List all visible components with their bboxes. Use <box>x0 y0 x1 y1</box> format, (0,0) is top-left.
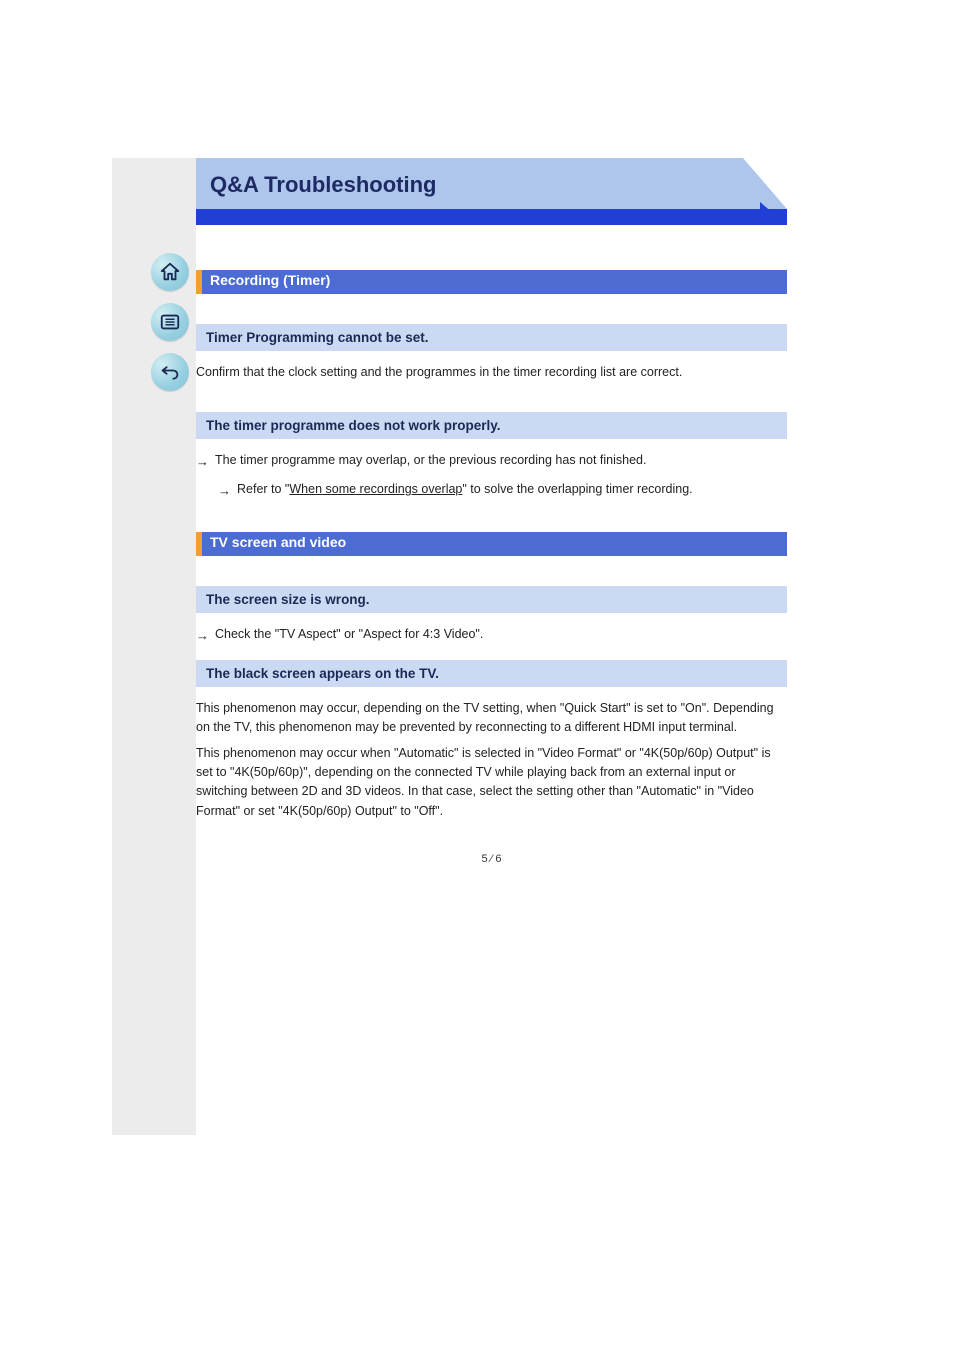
back-button[interactable] <box>151 353 189 391</box>
content-area: Q&A Troubleshooting Recording (Timer) Ti… <box>196 158 787 865</box>
section-heading-recording: Recording (Timer) <box>196 270 787 294</box>
arrow-icon: → <box>196 452 209 472</box>
arrow-icon: → <box>196 626 209 646</box>
body-text: This phenomenon may occur, depending on … <box>196 699 787 738</box>
subheading: The black screen appears on the TV. <box>196 660 787 687</box>
subheading: The timer programme does not work proper… <box>196 412 787 439</box>
remedy-text: Refer to "When some recordings overlap" … <box>237 480 693 499</box>
remedy-text: The timer programme may overlap, or the … <box>215 451 646 470</box>
body-text: Confirm that the clock setting and the p… <box>196 363 787 382</box>
contents-button[interactable] <box>151 303 189 341</box>
link-overlap[interactable]: When some recordings overlap <box>289 482 462 496</box>
body-text: → Check the "TV Aspect" or "Aspect for 4… <box>196 625 787 646</box>
arrow-icon: → <box>218 481 231 501</box>
back-icon <box>159 361 181 383</box>
body-text: This phenomenon may occur when "Automati… <box>196 744 787 822</box>
body-text: → The timer programme may overlap, or th… <box>196 451 787 500</box>
home-icon <box>159 261 181 283</box>
subheading: The screen size is wrong. <box>196 586 787 613</box>
section-heading-tv: TV screen and video <box>196 532 787 556</box>
remedy-text: Check the "TV Aspect" or "Aspect for 4:3… <box>215 625 483 644</box>
subheading: Timer Programming cannot be set. <box>196 324 787 351</box>
section-heading-text: Recording (Timer) <box>210 272 330 288</box>
section-heading-text: TV screen and video <box>210 534 346 550</box>
home-button[interactable] <box>151 253 189 291</box>
page-root: Q&A Troubleshooting Recording (Timer) Ti… <box>0 0 954 1348</box>
page-banner: Q&A Troubleshooting <box>196 158 787 224</box>
sidebar <box>112 158 196 1135</box>
page-title: Q&A Troubleshooting <box>210 172 437 198</box>
page-number: 5⁄6 <box>196 853 787 865</box>
list-icon <box>159 311 181 333</box>
